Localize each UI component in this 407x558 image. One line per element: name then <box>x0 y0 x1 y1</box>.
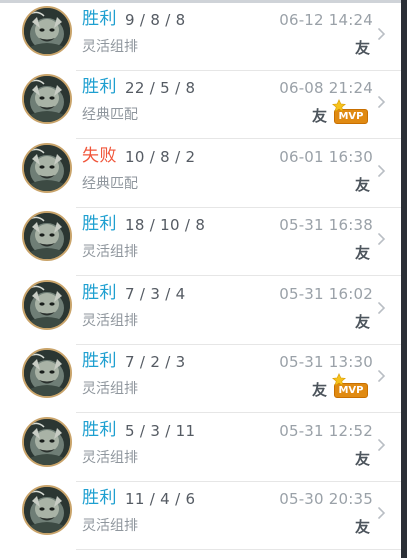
match-row[interactable]: 胜利 9 / 8 / 8 06-12 14:24 灵活组排 友 <box>0 2 401 71</box>
kda-score: 18 / 10 / 8 <box>125 216 206 234</box>
match-time: 05-31 16:02 <box>279 285 373 303</box>
champion-portrait-art <box>24 350 70 396</box>
kda-score: 7 / 3 / 4 <box>125 285 186 303</box>
friend-badge: 友 <box>354 518 370 536</box>
match-row[interactable]: 胜利 11 / 4 / 6 05-30 20:35 灵活组排 友 <box>0 481 401 550</box>
friend-badge: 友 <box>311 381 327 399</box>
champion-avatar <box>22 485 72 535</box>
match-time: 06-12 14:24 <box>279 11 373 29</box>
kda-score: 7 / 2 / 3 <box>125 353 186 371</box>
match-result: 失败 <box>82 146 117 166</box>
chevron-right-icon <box>377 368 387 382</box>
champion-portrait-art <box>24 213 70 259</box>
game-mode: 灵活组排 <box>82 244 138 260</box>
match-time: 05-30 20:35 <box>279 490 373 508</box>
champion-portrait-art <box>24 487 70 533</box>
friend-badge: 友 <box>354 176 370 194</box>
match-row[interactable]: 胜利 22 / 5 / 8 06-08 21:24 经典匹配 友 MVP <box>0 70 401 139</box>
friend-badge: 友 <box>311 107 327 125</box>
champion-portrait-art <box>24 282 70 328</box>
game-mode: 灵活组排 <box>82 450 138 466</box>
mvp-star-icon <box>332 372 346 387</box>
friend-badge: 友 <box>354 450 370 468</box>
champion-avatar <box>22 74 72 124</box>
match-time: 05-31 12:52 <box>279 422 373 440</box>
kda-score: 22 / 5 / 8 <box>125 79 196 97</box>
match-row[interactable]: 胜利 7 / 2 / 3 05-31 13:30 灵活组排 友 MVP <box>0 344 401 413</box>
champion-portrait-art <box>24 76 70 122</box>
match-time: 05-31 16:38 <box>279 216 373 234</box>
match-history-screen: 胜利 9 / 8 / 8 06-12 14:24 灵活组排 友 胜利 22 / … <box>0 0 401 558</box>
game-mode: 经典匹配 <box>82 176 138 192</box>
friend-badge: 友 <box>354 313 370 331</box>
match-row[interactable]: 失败 10 / 8 / 2 06-01 16:30 经典匹配 友 <box>0 139 401 208</box>
champion-avatar <box>22 6 72 56</box>
champion-portrait-art <box>24 8 70 54</box>
game-mode: 灵活组排 <box>82 381 138 397</box>
chevron-right-icon <box>377 300 387 314</box>
chevron-right-icon <box>377 163 387 177</box>
champion-portrait-art <box>24 145 70 191</box>
match-result: 胜利 <box>82 420 117 440</box>
mvp-badge: MVP <box>332 372 370 401</box>
kda-score: 9 / 8 / 8 <box>125 11 186 29</box>
game-mode: 灵活组排 <box>82 313 138 329</box>
kda-score: 10 / 8 / 2 <box>125 148 196 166</box>
match-row[interactable]: 胜利 5 / 3 / 11 05-31 12:52 灵活组排 友 <box>0 413 401 482</box>
match-result: 胜利 <box>82 488 117 508</box>
game-mode: 灵活组排 <box>82 518 138 534</box>
match-time: 06-01 16:30 <box>279 148 373 166</box>
match-result: 胜利 <box>82 351 117 371</box>
chevron-right-icon <box>377 505 387 519</box>
match-time: 05-31 13:30 <box>279 353 373 371</box>
match-row[interactable]: 胜利 18 / 10 / 8 05-31 16:38 灵活组排 友 <box>0 207 401 276</box>
match-row[interactable]: 胜利 7 / 3 / 4 05-31 16:02 灵活组排 友 <box>0 276 401 345</box>
mvp-star-icon <box>332 98 346 113</box>
champion-avatar <box>22 417 72 467</box>
chevron-right-icon <box>377 94 387 108</box>
chevron-right-icon <box>377 437 387 451</box>
game-mode: 灵活组排 <box>82 39 138 55</box>
match-result: 胜利 <box>82 77 117 97</box>
match-result: 胜利 <box>82 9 117 29</box>
champion-avatar <box>22 280 72 330</box>
mvp-badge: MVP <box>332 98 370 127</box>
friend-badge: 友 <box>354 244 370 262</box>
kda-score: 11 / 4 / 6 <box>125 490 196 508</box>
champion-portrait-art <box>24 419 70 465</box>
friend-badge: 友 <box>354 39 370 57</box>
match-result: 胜利 <box>82 283 117 303</box>
match-time: 06-08 21:24 <box>279 79 373 97</box>
champion-avatar <box>22 143 72 193</box>
champion-avatar <box>22 211 72 261</box>
row-divider <box>76 549 401 550</box>
champion-avatar <box>22 348 72 398</box>
kda-score: 5 / 3 / 11 <box>125 422 196 440</box>
game-mode: 经典匹配 <box>82 107 138 123</box>
match-result: 胜利 <box>82 214 117 234</box>
chevron-right-icon <box>377 26 387 40</box>
chevron-right-icon <box>377 231 387 245</box>
